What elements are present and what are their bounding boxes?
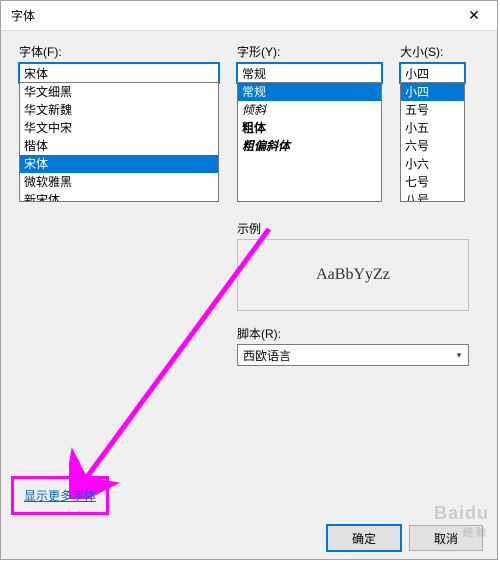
size-listbox[interactable]: 小四五号小五六号小六七号八号	[400, 82, 465, 202]
list-item[interactable]: 五号	[401, 101, 464, 119]
list-item[interactable]: 华文细黑	[20, 83, 218, 101]
sample-group: 示例 AaBbYyZz	[237, 220, 469, 311]
list-item[interactable]: 楷体	[20, 137, 218, 155]
cancel-button[interactable]: 取消	[409, 525, 483, 551]
script-value: 西欧语言	[238, 347, 450, 364]
style-input[interactable]	[237, 63, 382, 83]
script-dropdown[interactable]: 西欧语言 ▾	[237, 344, 469, 366]
sample-label: 示例	[237, 220, 469, 237]
size-label: 大小(S):	[400, 43, 465, 60]
font-label: 字体(F):	[19, 43, 219, 60]
top-row: 字体(F): 华文细黑华文新魏华文中宋楷体宋体微软雅黑新宋体 字形(Y): 常规…	[19, 43, 479, 202]
titlebar: 字体 ✕	[1, 1, 497, 31]
list-item[interactable]: 常规	[238, 83, 381, 101]
font-listbox[interactable]: 华文细黑华文新魏华文中宋楷体宋体微软雅黑新宋体	[19, 82, 219, 202]
list-item[interactable]: 新宋体	[20, 191, 218, 202]
dialog-buttons: 确定 取消	[327, 525, 483, 551]
size-input[interactable]	[400, 63, 465, 83]
font-dialog: 字体 ✕ 字体(F): 华文细黑华文新魏华文中宋楷体宋体微软雅黑新宋体 字形(Y…	[0, 0, 498, 560]
ok-button[interactable]: 确定	[327, 525, 401, 551]
close-button[interactable]: ✕	[451, 1, 497, 31]
style-listbox[interactable]: 常规倾斜粗体粗偏斜体	[237, 82, 382, 202]
list-item[interactable]: 七号	[401, 173, 464, 191]
script-group: 脚本(R): 西欧语言 ▾	[237, 325, 469, 366]
list-item[interactable]: 微软雅黑	[20, 173, 218, 191]
watermark-text: Baidu	[434, 503, 489, 523]
close-icon: ✕	[468, 7, 480, 24]
dialog-title: 字体	[11, 7, 451, 24]
sample-text: AaBbYyZz	[316, 266, 390, 284]
list-item[interactable]: 小四	[401, 83, 464, 101]
dialog-content: 字体(F): 华文细黑华文新魏华文中宋楷体宋体微软雅黑新宋体 字形(Y): 常规…	[1, 31, 497, 378]
list-item[interactable]: 粗体	[238, 119, 381, 137]
style-column: 字形(Y): 常规倾斜粗体粗偏斜体	[237, 43, 382, 202]
script-label: 脚本(R):	[237, 325, 469, 342]
more-fonts-highlight: 显示更多字体	[11, 476, 109, 515]
style-label: 字形(Y):	[237, 43, 382, 60]
more-fonts-link[interactable]: 显示更多字体	[24, 489, 96, 503]
list-item[interactable]: 宋体	[20, 155, 218, 173]
chevron-down-icon: ▾	[450, 350, 468, 361]
list-item[interactable]: 六号	[401, 137, 464, 155]
sample-box: AaBbYyZz	[237, 239, 469, 311]
font-input[interactable]	[19, 63, 219, 83]
list-item[interactable]: 八号	[401, 191, 464, 202]
font-column: 字体(F): 华文细黑华文新魏华文中宋楷体宋体微软雅黑新宋体	[19, 43, 219, 202]
list-item[interactable]: 粗偏斜体	[238, 137, 381, 155]
list-item[interactable]: 倾斜	[238, 101, 381, 119]
list-item[interactable]: 华文中宋	[20, 119, 218, 137]
size-column: 大小(S): 小四五号小五六号小六七号八号	[400, 43, 465, 202]
list-item[interactable]: 小五	[401, 119, 464, 137]
list-item[interactable]: 小六	[401, 155, 464, 173]
list-item[interactable]: 华文新魏	[20, 101, 218, 119]
